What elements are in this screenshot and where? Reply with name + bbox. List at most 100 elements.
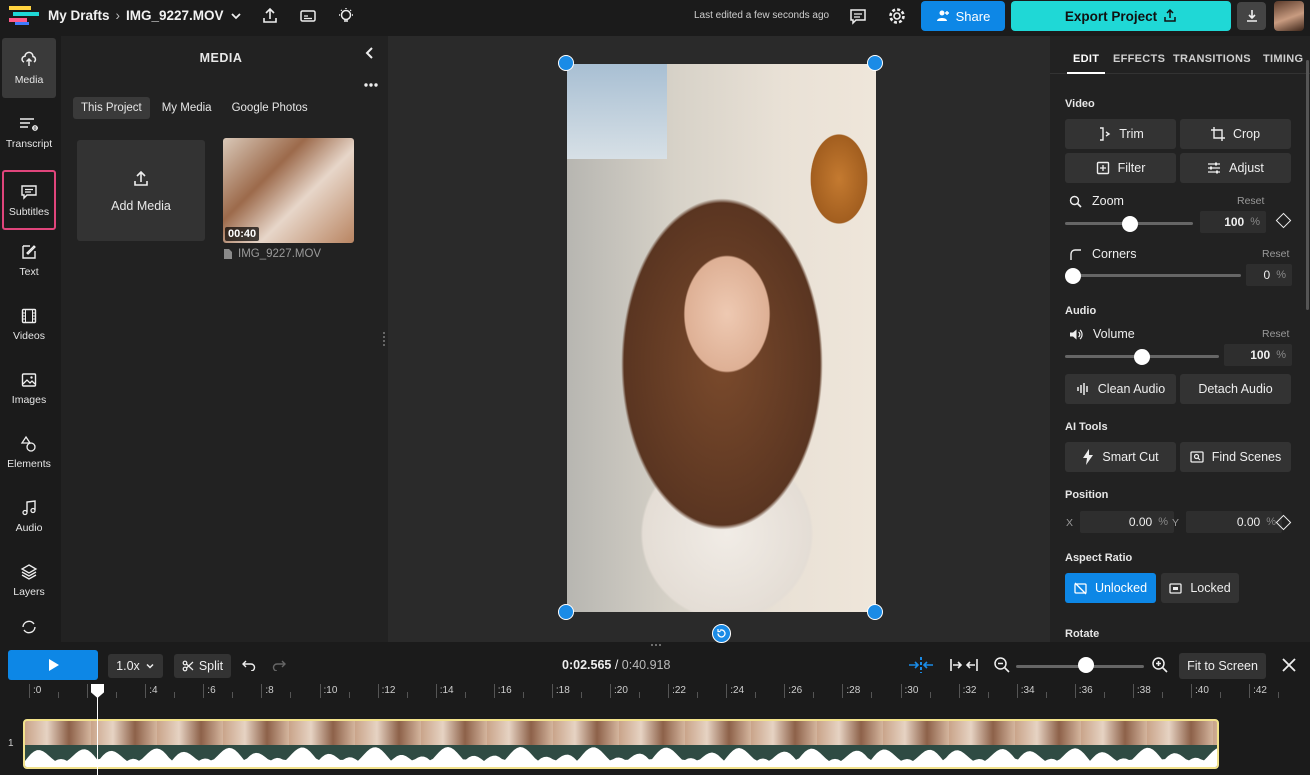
comments-icon[interactable]: [848, 6, 868, 26]
project-name[interactable]: IMG_9227.MOV: [126, 8, 224, 23]
aspect-locked-label: Locked: [1190, 581, 1231, 595]
detach-audio-label: Detach Audio: [1198, 382, 1273, 396]
collapse-panel-icon[interactable]: [363, 46, 377, 60]
position-y-field[interactable]: 0.00 %: [1186, 511, 1282, 533]
corners-control-label: Corners: [1069, 247, 1136, 261]
tab-transitions[interactable]: TRANSITIONS: [1173, 53, 1251, 65]
adjust-button[interactable]: Adjust: [1180, 153, 1291, 183]
resize-handle-top-left[interactable]: [558, 55, 574, 71]
zoom-value-field[interactable]: 100 %: [1200, 211, 1266, 233]
corners-label: Corners: [1092, 247, 1137, 261]
subtitle-card-icon[interactable]: [298, 6, 318, 26]
volume-value-field[interactable]: 100 %: [1224, 344, 1292, 366]
video-preview[interactable]: [567, 64, 876, 612]
undo-icon[interactable]: [242, 659, 256, 671]
rail-item-images[interactable]: Images: [2, 358, 56, 418]
ruler-minor-tick: [1161, 692, 1163, 698]
smart-cut-button[interactable]: Smart Cut: [1065, 442, 1176, 472]
media-panel-title: MEDIA: [199, 51, 243, 65]
corners-slider-knob[interactable]: [1065, 268, 1081, 284]
crop-button[interactable]: Crop: [1180, 119, 1291, 149]
upload-icon[interactable]: [260, 6, 280, 26]
media-item-duration: 00:40: [225, 227, 260, 241]
clean-audio-button[interactable]: Clean Audio: [1065, 374, 1176, 404]
gear-icon[interactable]: [887, 6, 907, 26]
corners-value-field[interactable]: 0 %: [1246, 264, 1292, 286]
position-x-field[interactable]: 0.00 %: [1080, 511, 1174, 533]
zoom-slider-knob[interactable]: [1122, 216, 1138, 232]
last-edited-status: Last edited a few seconds ago: [694, 10, 830, 21]
ruler-minor-tick: [116, 692, 118, 698]
speed-select[interactable]: 1.0x: [108, 654, 163, 678]
volume-unit: %: [1276, 349, 1286, 361]
breadcrumb-separator: ›: [115, 8, 121, 23]
tab-effects[interactable]: EFFECTS: [1113, 53, 1165, 65]
rail-item-text[interactable]: Text: [2, 230, 56, 290]
play-button[interactable]: [8, 650, 98, 680]
resize-handle-bottom-left[interactable]: [558, 604, 574, 620]
volume-reset-link[interactable]: Reset: [1262, 328, 1289, 340]
rail-item-transcript[interactable]: Transcript: [2, 102, 56, 162]
rail-item-audio[interactable]: Audio: [2, 486, 56, 546]
download-button[interactable]: [1237, 2, 1266, 30]
video-clip[interactable]: [23, 719, 1219, 769]
time-separator: /: [611, 658, 622, 672]
tab-my-media[interactable]: My Media: [154, 97, 220, 119]
detach-audio-button[interactable]: Detach Audio: [1180, 374, 1291, 404]
media-item-thumbnail[interactable]: 00:40: [223, 138, 354, 243]
aspect-unlocked-button[interactable]: Unlocked: [1065, 573, 1156, 603]
position-x-unit: %: [1158, 516, 1168, 528]
zoom-in-icon[interactable]: [1151, 656, 1169, 674]
fit-gaps-icon[interactable]: [950, 657, 978, 673]
shapes-icon: [20, 435, 38, 453]
zoom-keyframe-icon[interactable]: [1275, 212, 1292, 229]
corners-reset-link[interactable]: Reset: [1262, 248, 1289, 260]
split-button[interactable]: Split: [174, 654, 231, 678]
share-button[interactable]: Share: [921, 1, 1005, 31]
ruler-tick: :22: [668, 684, 686, 698]
export-project-button[interactable]: Export Project: [1011, 1, 1231, 31]
ruler-minor-tick: [58, 692, 60, 698]
corners-slider[interactable]: [1065, 274, 1241, 277]
tab-google-photos[interactable]: Google Photos: [224, 97, 316, 119]
tab-edit[interactable]: EDIT: [1066, 53, 1106, 74]
snap-magnet-icon[interactable]: [907, 657, 935, 673]
app-logo-icon[interactable]: [9, 6, 39, 26]
resize-handle-top-right[interactable]: [867, 55, 883, 71]
breadcrumb-root[interactable]: My Drafts: [48, 8, 110, 23]
zoom-out-icon[interactable]: [993, 656, 1011, 674]
timeline-zoom-knob[interactable]: [1078, 657, 1094, 673]
zoom-reset-link[interactable]: Reset: [1237, 195, 1264, 207]
add-media-button[interactable]: Add Media: [77, 140, 205, 241]
resize-handle-bottom-right[interactable]: [867, 604, 883, 620]
rail-item-subtitles[interactable]: Subtitles: [2, 170, 56, 230]
tab-this-project[interactable]: This Project: [73, 97, 150, 119]
aspect-locked-button[interactable]: Locked: [1161, 573, 1239, 603]
aspect-unlocked-label: Unlocked: [1094, 581, 1148, 595]
rail-item-videos[interactable]: Videos: [2, 294, 56, 354]
rail-item-layers[interactable]: Layers: [2, 550, 56, 610]
position-y-label: Y: [1172, 517, 1180, 529]
panel-resize-handle[interactable]: [383, 332, 385, 346]
volume-slider-knob[interactable]: [1134, 349, 1150, 365]
zoom-unit: %: [1250, 216, 1260, 228]
close-icon[interactable]: [1281, 657, 1297, 673]
avatar[interactable]: [1274, 1, 1304, 31]
properties-scrollbar[interactable]: [1306, 60, 1309, 310]
lightbulb-icon[interactable]: [336, 6, 356, 26]
find-scenes-button[interactable]: Find Scenes: [1180, 442, 1291, 472]
redo-icon[interactable]: [272, 659, 286, 671]
rail-item-media[interactable]: Media: [2, 38, 56, 98]
rail-item-elements[interactable]: Elements: [2, 422, 56, 482]
chevron-down-icon[interactable]: [230, 10, 242, 22]
fit-to-screen-button[interactable]: Fit to Screen: [1179, 653, 1266, 679]
more-options-icon[interactable]: [363, 82, 379, 88]
tab-timing[interactable]: TIMING: [1263, 53, 1303, 65]
rail-item-more[interactable]: [2, 618, 56, 642]
trim-button[interactable]: Trim: [1065, 119, 1176, 149]
filter-button[interactable]: Filter: [1065, 153, 1176, 183]
rotate-handle[interactable]: [712, 624, 731, 643]
ruler-minor-tick: [348, 692, 350, 698]
time-readout: 0:02.565 / 0:40.918: [562, 658, 670, 672]
timeline-ruler[interactable]: :0:2:4:6:8:10:12:14:16:18:20:22:24:26:28…: [0, 684, 1310, 702]
